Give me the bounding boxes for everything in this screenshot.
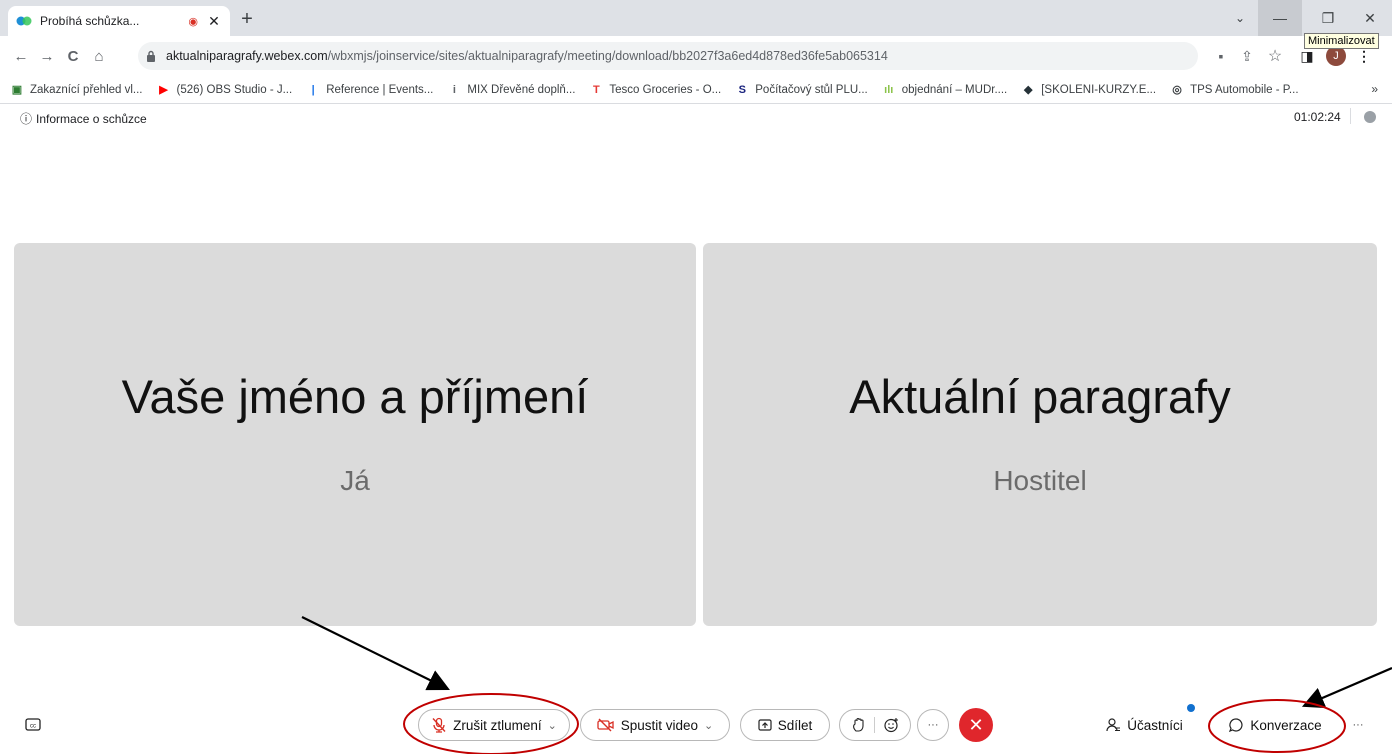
meeting-info-label: Informace o schůzce [36,111,147,126]
bookmark-favicon-icon: ◎ [1172,84,1182,96]
start-video-label: Spustit video [620,717,699,733]
raise-hand-icon[interactable] [852,717,866,733]
bookmark-item[interactable]: ◎ TPS Automobile - P... [1170,83,1298,97]
unmute-button[interactable]: Zrušit ztlumení ⌄ [418,709,570,741]
chat-bubble-icon [1229,718,1243,733]
participant-name: Aktuální paragrafy [849,370,1231,423]
home-button[interactable]: ⌂ [86,42,112,70]
tab-close-icon[interactable]: ✕ [206,13,222,30]
reload-button[interactable]: C [60,42,86,70]
bookmark-item[interactable]: ▶ (526) OBS Studio - J... [157,83,293,97]
bookmark-label: MIX Dřevěné doplň... [467,83,576,96]
bookmark-favicon-icon: | [311,83,315,96]
chevron-down-icon[interactable]: ⌄ [704,719,713,732]
share-button[interactable]: Sdílet [740,709,830,741]
more-options-button[interactable]: ··· [917,709,949,741]
unmute-label: Zrušit ztlumení [453,717,542,733]
reaction-emoji-icon[interactable] [883,717,899,733]
meeting-info-link[interactable]: ⓘ Informace o schůzce [20,110,147,127]
recording-indicator-icon: ◉ [188,15,198,28]
lock-icon [146,50,158,62]
browser-tab-active[interactable]: Probíhá schůzka... ◉ ✕ [8,6,230,36]
bookmark-item[interactable]: ılı objednání – MUDr.... [882,83,1007,97]
share-label: Sdílet [777,717,813,733]
participant-role: Já [340,465,370,496]
new-tab-button[interactable]: + [236,9,258,31]
bookmark-item[interactable]: ▣ Zakaznící přehled vl... [10,83,143,97]
minimize-tooltip: Minimalizovat [1304,33,1379,49]
chevron-down-icon[interactable]: ⌄ [548,719,557,732]
divider [873,717,875,733]
meeting-info-bar: ⓘ Informace o schůzce 01:02:24 [0,104,1392,130]
participants-button[interactable]: Účastníci [1094,709,1194,741]
leave-meeting-button[interactable]: ✕ [959,708,993,742]
captions-icon: cc [25,718,41,731]
connection-status-icon[interactable] [1364,111,1376,123]
tab-strip: Probíhá schůzka... ◉ ✕ + ⌄ — ❐ ✕ [0,0,1392,36]
bookmark-label: TPS Automobile - P... [1190,83,1299,96]
bookmark-item[interactable]: ◆ [SKOLENI-KURZY.E... [1021,83,1156,97]
bookmark-favicon-icon: ▶ [159,84,168,96]
bookmark-item[interactable]: S Počítačový stůl PLU... [735,83,868,97]
address-bar[interactable]: aktualniparagrafy.webex.com/wbxmjs/joins… [138,42,1198,70]
minimize-window-button[interactable]: — [1258,0,1302,36]
bookmark-label: [SKOLENI-KURZY.E... [1041,83,1157,96]
bookmarks-overflow-button[interactable]: » [1371,82,1378,96]
chat-button[interactable]: Konverzace [1220,709,1330,741]
bookmark-label: Počítačový stůl PLU... [755,83,868,96]
bookmark-label: Reference | Events... [326,83,434,96]
camera-in-use-icon[interactable]: ▪ [1210,42,1232,70]
participant-role: Hostitel [993,465,1087,496]
info-icon: ⓘ [20,112,33,126]
url-host: aktualniparagrafy.webex.com [166,49,328,63]
back-button[interactable]: ← [8,42,34,70]
bookmark-label: objednání – MUDr.... [901,83,1008,96]
close-window-button[interactable]: ✕ [1348,0,1392,36]
bookmark-label: Tesco Groceries - O... [609,83,722,96]
bookmark-favicon-icon: T [593,83,600,96]
more-icon: ··· [927,719,939,731]
share-page-icon[interactable]: ⇪ [1236,42,1258,70]
svg-text:cc: cc [30,724,36,730]
bookmark-label: (526) OBS Studio - J... [176,83,293,96]
bookmark-favicon-icon: S [738,83,746,96]
bookmark-favicon-icon: ılı [884,83,894,96]
bookmark-item[interactable]: T Tesco Groceries - O... [589,83,721,97]
forward-button[interactable]: → [34,42,60,70]
divider [1350,108,1351,124]
bookmark-item[interactable]: i MIX Dřevěné doplň... [447,83,576,97]
bookmarks-bar: ▣ Zakaznící přehled vl... ▶ (526) OBS Studi… [0,76,1392,104]
reactions-group [839,709,911,741]
chat-label: Konverzace [1250,717,1322,733]
webex-meeting: ⓘ Informace o schůzce 01:02:24 Vaše jmén… [0,104,1392,754]
bookmark-star-icon[interactable]: ☆ [1264,42,1286,70]
notification-dot [1187,704,1195,712]
webex-favicon-icon [16,13,32,29]
video-tile-self[interactable]: Vaše jméno a příjmení Já [14,243,696,626]
more-icon: ··· [1352,719,1364,731]
restore-window-button[interactable]: ❐ [1306,0,1350,36]
captions-button[interactable]: cc [22,709,44,741]
participants-icon [1106,718,1121,732]
bookmark-item[interactable]: | Reference | Events... [306,83,434,97]
share-screen-icon [758,719,772,731]
tab-search-button[interactable]: ⌄ [1222,0,1258,36]
browser-toolbar: ← → C ⌂ aktualniparagrafy.webex.com/wbxm… [0,36,1392,76]
bookmark-favicon-icon: ◆ [1024,84,1033,96]
meeting-timer: 01:02:24 [1294,110,1341,124]
more-menu-button[interactable]: ··· [1348,709,1368,741]
bookmark-label: Zakaznící přehled vl... [30,83,143,96]
participant-name: Vaše jméno a příjmení [121,370,589,423]
close-icon: ✕ [968,714,984,735]
bookmark-favicon-icon: i [452,83,456,96]
video-off-icon [597,718,614,732]
start-video-button[interactable]: Spustit video ⌄ [580,709,730,741]
participants-label: Účastníci [1127,717,1183,733]
muted-microphone-icon [432,717,446,733]
profile-initial: J [1326,46,1346,66]
video-tile-host[interactable]: Aktuální paragrafy Hostitel [703,243,1377,626]
tab-title: Probíhá schůzka... [40,14,140,28]
url-path: /wbxmjs/joinservice/sites/aktualniparagr… [327,49,888,63]
bookmark-favicon-icon: ▣ [11,84,23,96]
